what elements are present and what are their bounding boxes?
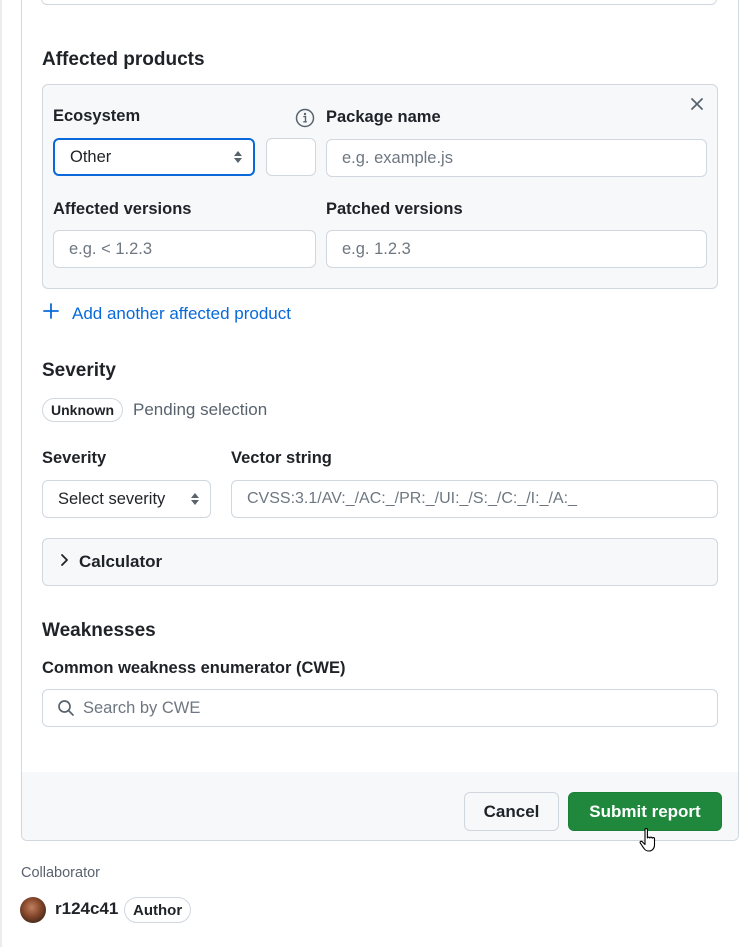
vector-string-input[interactable]: CVSS:3.1/AV:_/AC:_/PR:_/UI:_/S:_/C:_/I:_… bbox=[231, 480, 718, 518]
severity-badge: Unknown bbox=[42, 398, 123, 422]
search-icon bbox=[57, 699, 75, 717]
select-arrows-icon bbox=[233, 149, 243, 165]
severity-select-label: Severity bbox=[42, 449, 107, 467]
patched-versions-input[interactable]: e.g. 1.2.3 bbox=[326, 230, 707, 268]
cancel-button[interactable]: Cancel bbox=[464, 792, 559, 831]
plus-icon bbox=[42, 302, 60, 325]
page-edge bbox=[0, 0, 2, 947]
select-arrows-icon bbox=[190, 491, 200, 507]
add-product-label: Add another affected product bbox=[72, 303, 291, 323]
vector-string-label: Vector string bbox=[231, 449, 332, 467]
affected-products-heading: Affected products bbox=[42, 49, 205, 70]
author-badge: Author bbox=[124, 897, 192, 923]
cwe-label: Common weakness enumerator (CWE) bbox=[42, 659, 346, 677]
cwe-search-input[interactable]: Search by CWE bbox=[42, 689, 718, 727]
severity-status-text: Pending selection bbox=[133, 400, 268, 419]
patched-versions-label: Patched versions bbox=[326, 200, 463, 218]
remove-product-icon[interactable] bbox=[689, 96, 705, 112]
affected-versions-placeholder: e.g. < 1.2.3 bbox=[69, 239, 153, 258]
avatar[interactable] bbox=[20, 897, 46, 923]
collaborator-username[interactable]: r124c41 bbox=[55, 899, 118, 919]
package-name-label: Package name bbox=[326, 108, 441, 126]
severity-status: Unknown Pending selection bbox=[42, 398, 267, 422]
affected-versions-input[interactable]: e.g. < 1.2.3 bbox=[53, 230, 316, 268]
ecosystem-value: Other bbox=[70, 147, 112, 166]
previous-input[interactable] bbox=[41, 0, 717, 5]
ecosystem-extra-input[interactable] bbox=[266, 138, 316, 176]
calculator-toggle[interactable]: Calculator bbox=[42, 538, 718, 586]
chevron-right-icon bbox=[59, 553, 71, 572]
add-product-button[interactable]: Add another affected product bbox=[42, 302, 291, 325]
severity-select[interactable]: Select severity bbox=[42, 480, 211, 518]
package-name-input[interactable]: e.g. example.js bbox=[326, 139, 707, 177]
collaborator-heading: Collaborator bbox=[21, 865, 100, 881]
hand-cursor-icon bbox=[638, 826, 660, 854]
severity-heading: Severity bbox=[42, 360, 116, 381]
calculator-label: Calculator bbox=[79, 552, 163, 571]
weaknesses-heading: Weaknesses bbox=[42, 620, 156, 641]
ecosystem-label: Ecosystem bbox=[53, 107, 141, 125]
severity-select-value: Select severity bbox=[58, 489, 166, 508]
info-icon[interactable] bbox=[295, 108, 315, 128]
patched-versions-placeholder: e.g. 1.2.3 bbox=[342, 239, 411, 258]
affected-versions-label: Affected versions bbox=[53, 200, 192, 218]
cwe-search-placeholder: Search by CWE bbox=[83, 698, 201, 717]
vector-string-placeholder: CVSS:3.1/AV:_/AC:_/PR:_/UI:_/S:_/C:_/I:_… bbox=[247, 490, 577, 507]
package-name-placeholder: e.g. example.js bbox=[342, 148, 453, 167]
ecosystem-select[interactable]: Other bbox=[53, 138, 255, 176]
